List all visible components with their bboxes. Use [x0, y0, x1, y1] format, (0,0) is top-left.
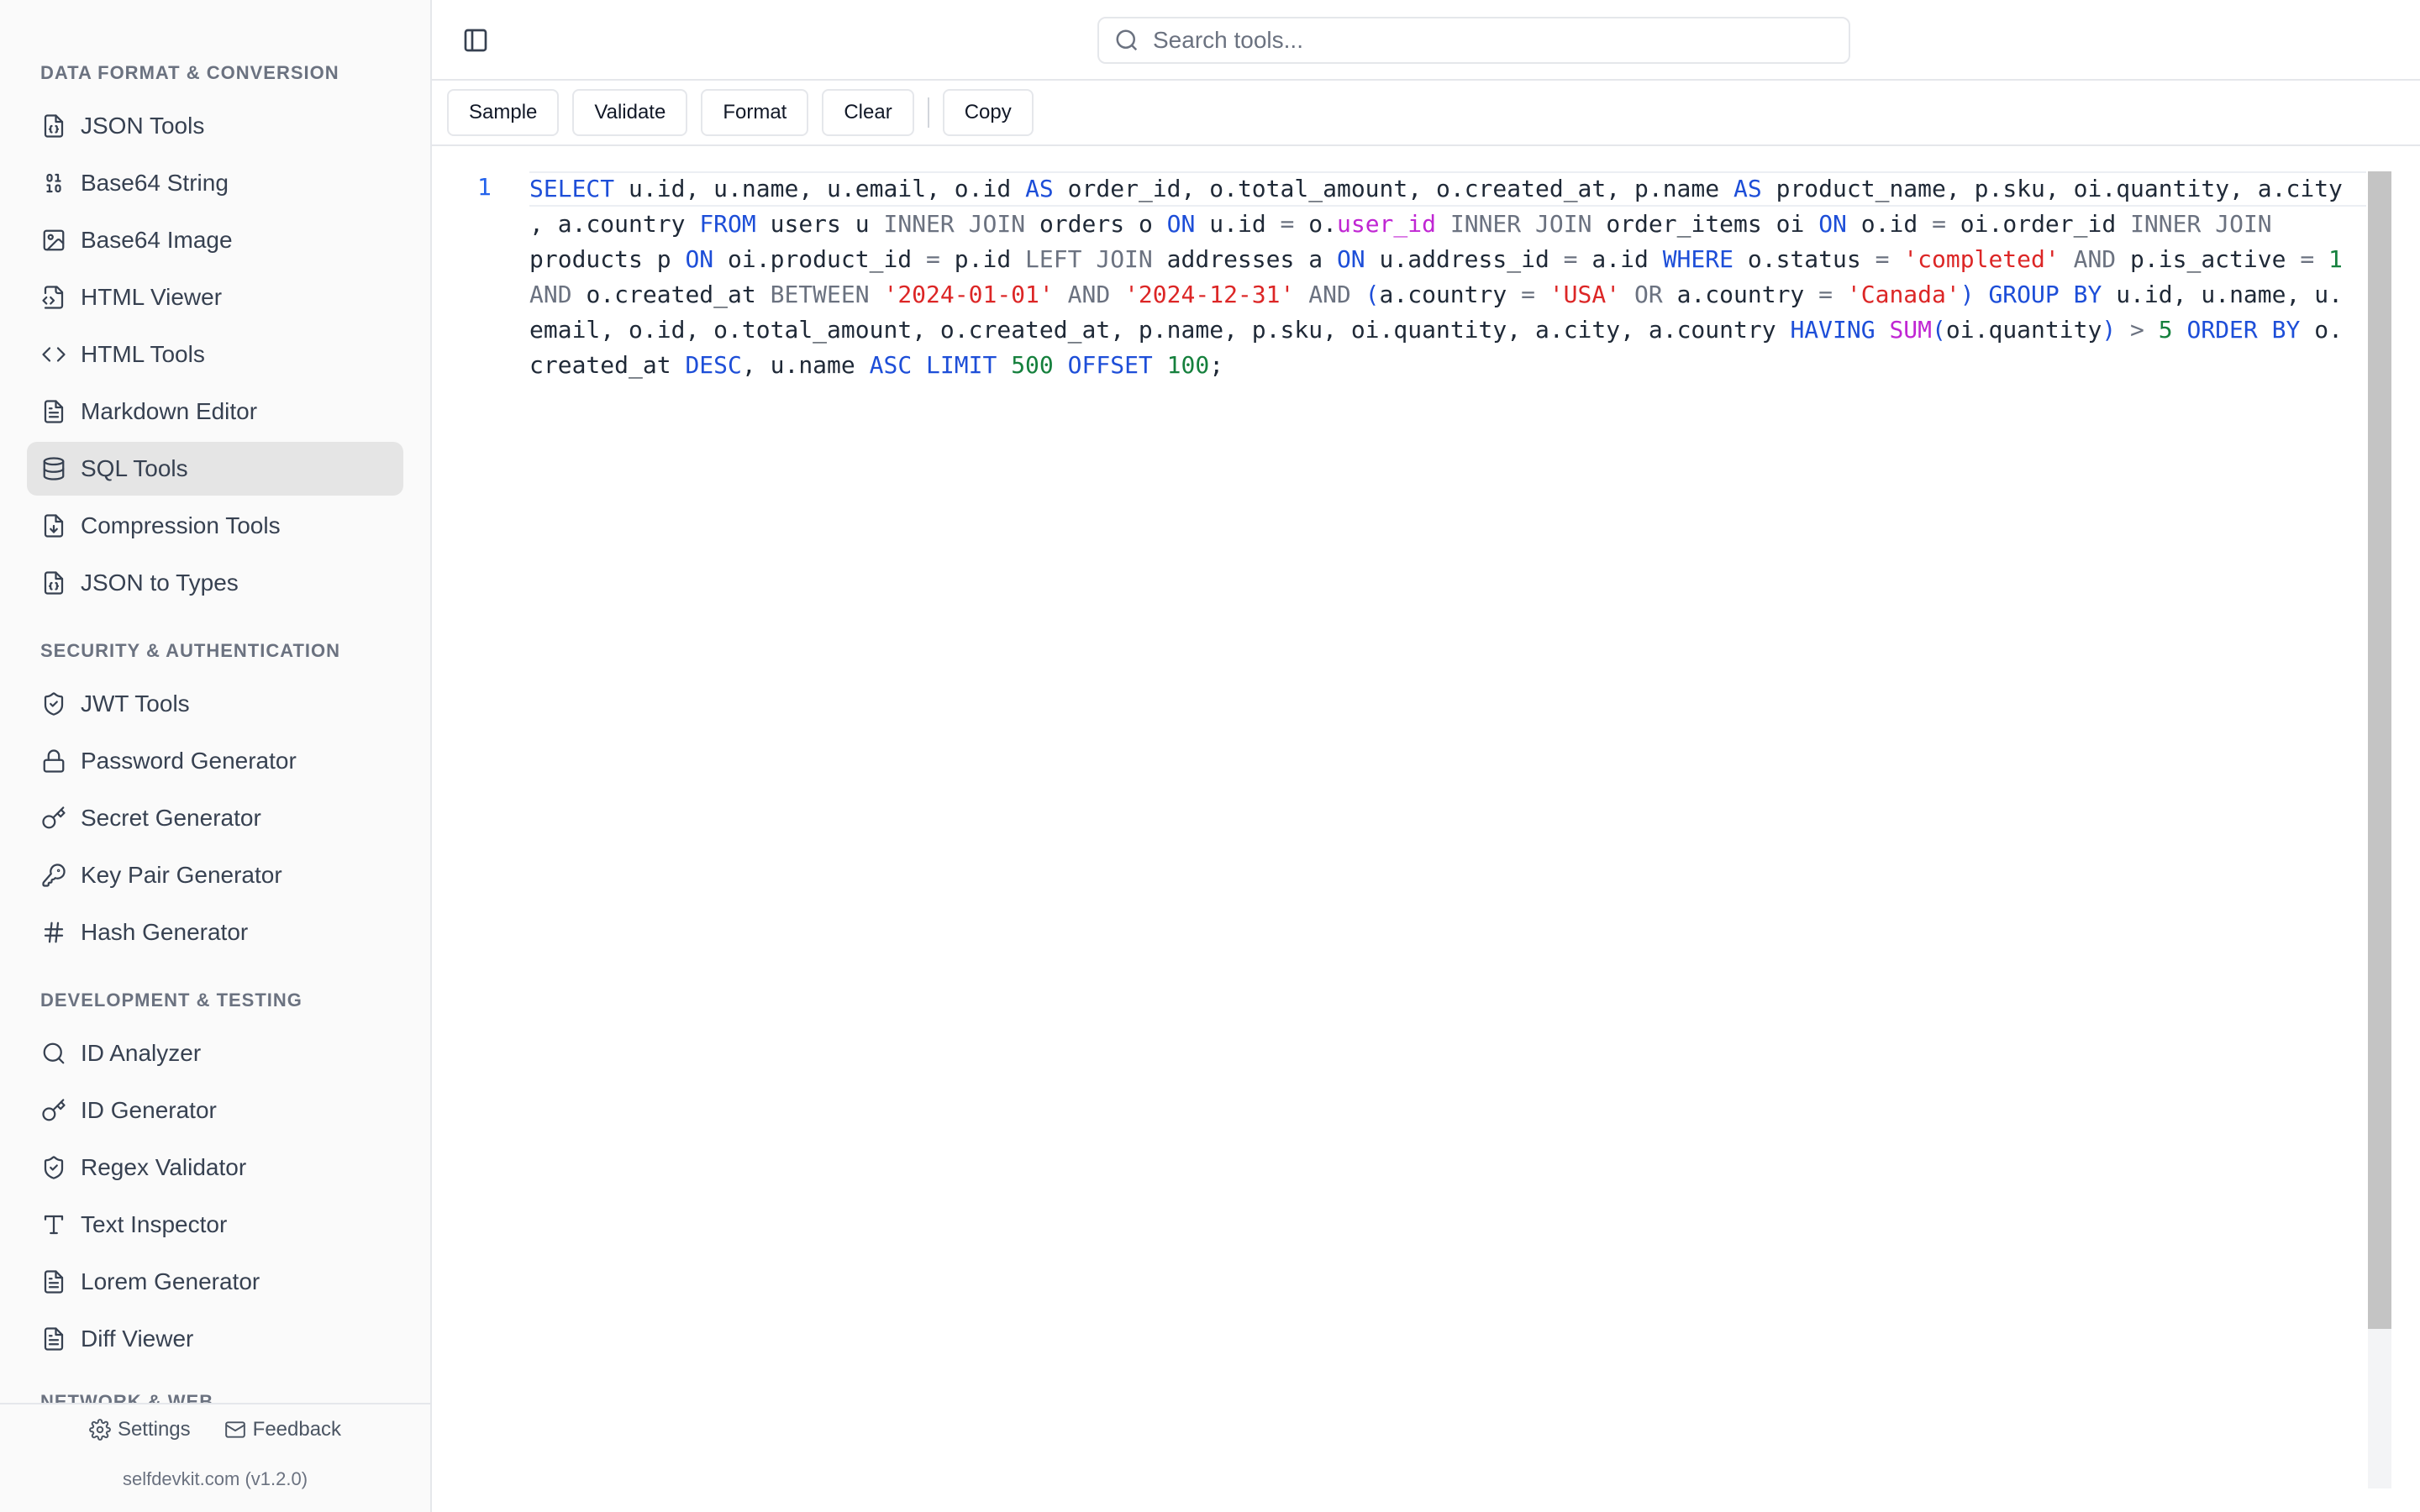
gear-icon [89, 1419, 111, 1441]
code-line: , a.country FROM users u INNER JOIN orde… [529, 210, 2272, 238]
sidebar-item-label: Hash Generator [81, 919, 249, 945]
lock-icon [40, 748, 67, 774]
code-line: AND o.created_at BETWEEN '2024-01-01' AN… [529, 281, 2343, 308]
sidebar-item-base64-image[interactable]: Base64 Image [27, 213, 403, 267]
sidebar-item-label: Compression Tools [81, 512, 281, 538]
file-text-icon [40, 398, 67, 425]
sidebar-item-diff-viewer[interactable]: Diff Viewer [27, 1312, 403, 1366]
type-icon [40, 1211, 67, 1238]
hash-icon [40, 919, 67, 946]
key-round-icon [40, 862, 67, 889]
group-title-development: DEVELOPMENT & TESTING [40, 990, 302, 1011]
sidebar-item-secret-generator[interactable]: Secret Generator [27, 791, 403, 845]
sidebar-item-key-pair-generator[interactable]: Key Pair Generator [27, 848, 403, 902]
top-bar [432, 0, 2420, 81]
sidebar-item-password-generator[interactable]: Password Generator [27, 734, 403, 788]
toolbar-divider [927, 97, 929, 128]
sidebar-item-base64-string[interactable]: Base64 String [27, 156, 403, 210]
sidebar-item-json-to-types[interactable]: JSON to Types [27, 556, 403, 610]
code-line: created_at DESC, u.name ASC LIMIT 500 OF… [529, 351, 1224, 379]
key-icon [40, 1097, 67, 1124]
key-icon [40, 805, 67, 832]
sidebar-item-label: JWT Tools [81, 690, 190, 717]
database-icon [40, 455, 67, 482]
sidebar-footer: Settings Feedback selfdevkit.com (v1.2.0… [0, 1403, 430, 1512]
sidebar-item-id-analyzer[interactable]: ID Analyzer [27, 1026, 403, 1080]
copy-button[interactable]: Copy [942, 89, 1034, 136]
file-diff-icon [40, 1326, 67, 1352]
sidebar-item-html-viewer[interactable]: HTML Viewer [27, 270, 403, 324]
sidebar-item-label: ID Generator [81, 1097, 217, 1123]
sidebar-item-jwt-tools[interactable]: JWT Tools [27, 677, 403, 731]
sidebar-item-sql-tools[interactable]: SQL Tools [27, 442, 403, 496]
sidebar-item-label: HTML Viewer [81, 284, 223, 310]
sidebar-item-label: Password Generator [81, 748, 297, 774]
sidebar-item-label: Key Pair Generator [81, 862, 282, 888]
sidebar-item-regex-validator[interactable]: Regex Validator [27, 1141, 403, 1194]
sidebar-item-html-tools[interactable]: HTML Tools [27, 328, 403, 381]
line-number: 1 [477, 173, 492, 201]
sidebar-item-label: Diff Viewer [81, 1326, 194, 1352]
group-title-security: SECURITY & AUTHENTICATION [40, 640, 341, 661]
sidebar-toggle-button[interactable] [459, 24, 492, 57]
sidebar-item-label: JSON Tools [81, 113, 205, 139]
feedback-button[interactable]: Feedback [224, 1418, 341, 1441]
search-icon [1116, 29, 1138, 51]
shield-check-icon [40, 1154, 67, 1181]
settings-label: Settings [117, 1418, 191, 1441]
code-brackets-icon [40, 341, 67, 368]
format-button[interactable]: Format [701, 89, 809, 136]
search-box[interactable] [1097, 17, 1850, 64]
sidebar-item-id-generator[interactable]: ID Generator [27, 1084, 403, 1137]
sidebar-item-label: Base64 Image [81, 227, 233, 253]
file-json-icon [40, 570, 67, 596]
clear-button[interactable]: Clear [822, 89, 914, 136]
sidebar-item-label: Markdown Editor [81, 398, 258, 424]
file-text-icon [40, 1268, 67, 1295]
mail-icon [224, 1421, 245, 1438]
sidebar-item-label: JSON to Types [81, 570, 239, 596]
sidebar-item-label: SQL Tools [81, 455, 188, 481]
sidebar-item-markdown-editor[interactable]: Markdown Editor [27, 385, 403, 438]
editor-scrollbar-thumb[interactable] [2368, 171, 2391, 1329]
search-icon [40, 1040, 67, 1067]
sidebar-item-label: HTML Tools [81, 341, 205, 367]
file-json-icon [40, 113, 67, 139]
image-icon [40, 227, 67, 254]
file-code-icon [40, 284, 67, 311]
sidebar-item-label: ID Analyzer [81, 1040, 202, 1066]
sidebar-item-label: Secret Generator [81, 805, 261, 831]
code-line: SELECT u.id, u.name, u.email, o.id AS or… [529, 175, 2343, 202]
panel-left-icon [464, 29, 487, 52]
sidebar-item-label: Base64 String [81, 170, 229, 196]
validate-button[interactable]: Validate [572, 89, 688, 136]
sidebar-item-text-inspector[interactable]: Text Inspector [27, 1198, 403, 1252]
settings-button[interactable]: Settings [89, 1418, 191, 1441]
group-title-data-format: DATA FORMAT & CONVERSION [40, 62, 339, 83]
footer-links: Settings Feedback [0, 1418, 430, 1441]
sidebar-nav[interactable]: DATA FORMAT & CONVERSION JSON Tools Base… [0, 0, 430, 1403]
sample-button[interactable]: Sample [447, 89, 560, 136]
code-line: products p ON oi.product_id = p.id LEFT … [529, 245, 2343, 273]
version-label: selfdevkit.com (v1.2.0) [122, 1468, 308, 1489]
editor-scrollbar-track[interactable] [2368, 1329, 2391, 1488]
binary-icon [40, 170, 67, 197]
sidebar-item-json-tools[interactable]: JSON Tools [27, 99, 403, 153]
file-archive-icon [40, 512, 67, 539]
sidebar: DATA FORMAT & CONVERSION JSON Tools Base… [0, 0, 432, 1512]
code-content[interactable]: SELECT u.id, u.name, u.email, o.id AS or… [529, 171, 2344, 383]
sidebar-item-label: Regex Validator [81, 1154, 247, 1180]
shield-check-icon [40, 690, 67, 717]
code-line: email, o.id, o.total_amount, o.created_a… [529, 316, 2343, 344]
editor-toolbar: Sample Validate Format Clear Copy [432, 81, 2420, 146]
search-input[interactable] [1153, 27, 1825, 54]
sidebar-item-label: Lorem Generator [81, 1268, 260, 1294]
feedback-label: Feedback [252, 1418, 342, 1441]
group-title-network: NETWORK & WEB [40, 1391, 214, 1403]
sidebar-item-lorem-generator[interactable]: Lorem Generator [27, 1255, 403, 1309]
sidebar-item-compression-tools[interactable]: Compression Tools [27, 499, 403, 553]
sidebar-item-label: Text Inspector [81, 1211, 228, 1237]
sidebar-item-hash-generator[interactable]: Hash Generator [27, 906, 403, 959]
